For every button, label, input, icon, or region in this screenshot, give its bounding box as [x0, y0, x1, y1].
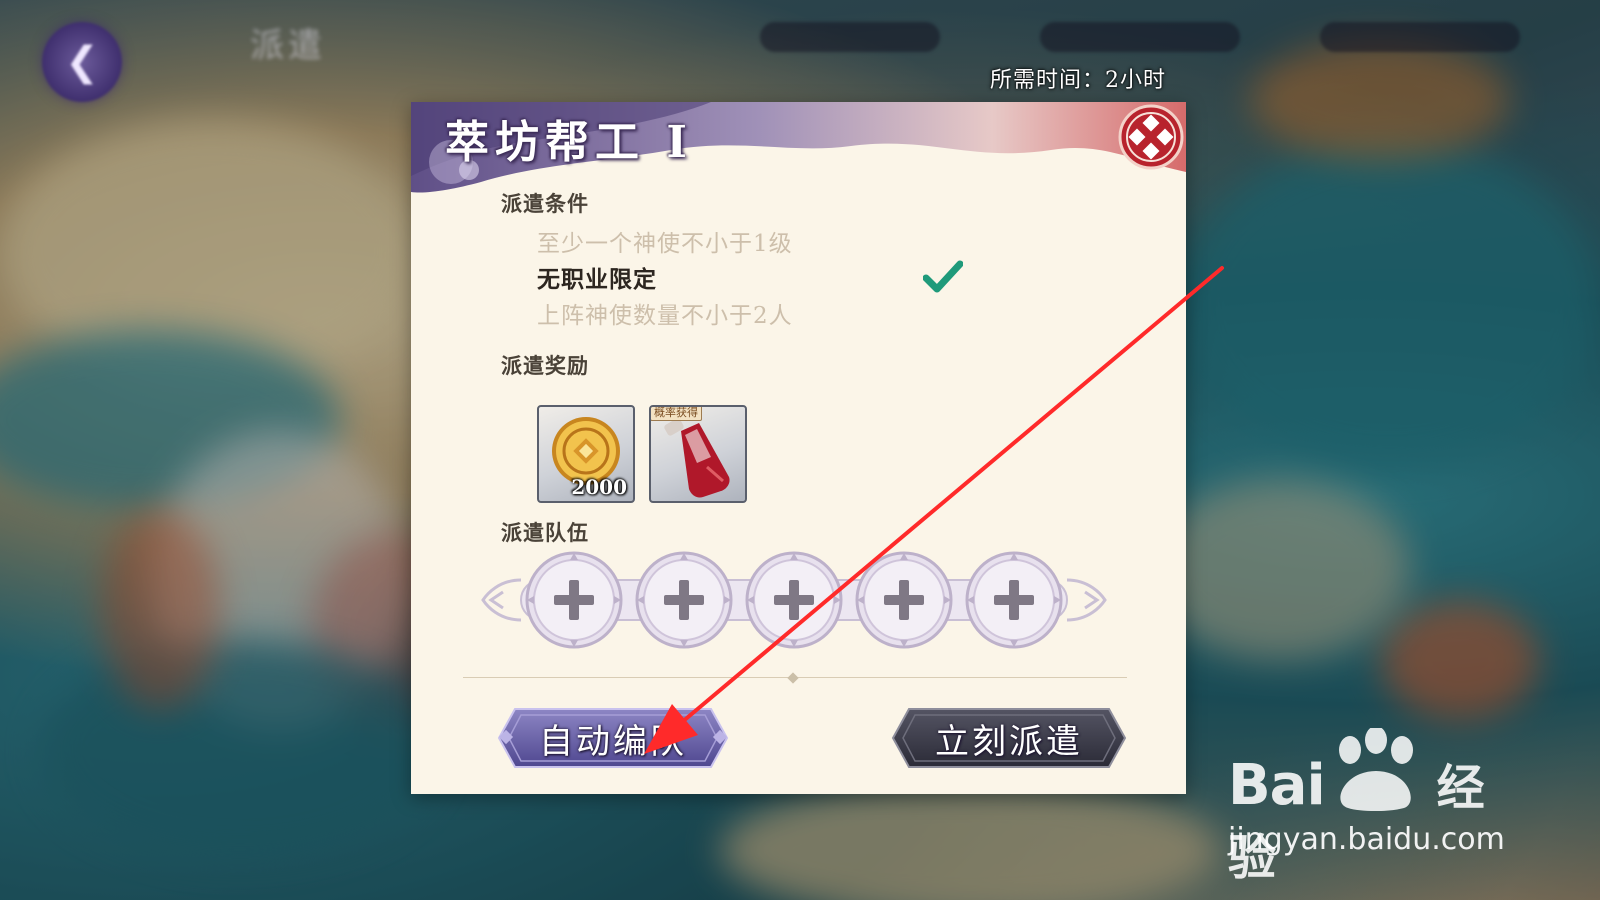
condition-item: 至少一个神使不小于1级: [537, 231, 793, 257]
check-icon: [923, 260, 963, 293]
reward-item-potion[interactable]: 概率获得: [649, 405, 747, 503]
auto-team-button-label: 自动编队: [539, 721, 687, 762]
auto-team-button[interactable]: 自动编队: [497, 707, 729, 769]
close-ornament-icon: [1118, 104, 1184, 170]
probability-tag: 概率获得: [651, 407, 702, 421]
baidu-watermark: Bai 经验 jingyan.baidu.com: [1228, 728, 1528, 886]
reward-item-gold[interactable]: 2000: [537, 405, 635, 503]
team-slot[interactable]: [964, 550, 1064, 650]
dispatch-dialog: 萃坊帮工 I 派遣条件 至少一个神使不小于1级 无职业限定 上阵神使数量不小于2…: [411, 102, 1186, 794]
dialog-title: 萃坊帮工 I: [445, 117, 693, 168]
time-required-label: 所需时间：2小时: [990, 68, 1166, 93]
dispatch-now-button[interactable]: 立刻派遣: [891, 707, 1127, 769]
diamond-ornament-icon: [787, 672, 799, 684]
team-label: 派遣队伍: [501, 520, 589, 545]
watermark-url: jingyan.baidu.com: [1228, 822, 1505, 857]
back-arrow-icon: ❮: [65, 39, 99, 85]
conditions-label: 派遣条件: [501, 191, 589, 216]
dispatch-now-button-label: 立刻派遣: [935, 721, 1083, 762]
back-button[interactable]: ❮: [42, 22, 122, 102]
team-slot[interactable]: [524, 550, 624, 650]
resource-bar: [1040, 22, 1240, 52]
rewards-label: 派遣奖励: [501, 353, 589, 378]
resource-bar: [760, 22, 940, 52]
red-potion-bottle-icon: [664, 418, 730, 498]
team-slot[interactable]: [854, 550, 954, 650]
top-hud: ❮ 派遣 所需时间：2小时: [0, 0, 1600, 102]
close-button[interactable]: [1118, 104, 1184, 170]
watermark-brand: Bai 经验: [1228, 753, 1485, 886]
condition-item: 上阵神使数量不小于2人: [537, 303, 793, 329]
team-slot[interactable]: [744, 550, 844, 650]
resource-bar: [1320, 22, 1520, 52]
reward-quantity: 2000: [571, 475, 627, 499]
condition-item: 无职业限定: [537, 266, 657, 293]
team-slot[interactable]: [634, 550, 734, 650]
hud-title: 派遣: [250, 26, 326, 66]
